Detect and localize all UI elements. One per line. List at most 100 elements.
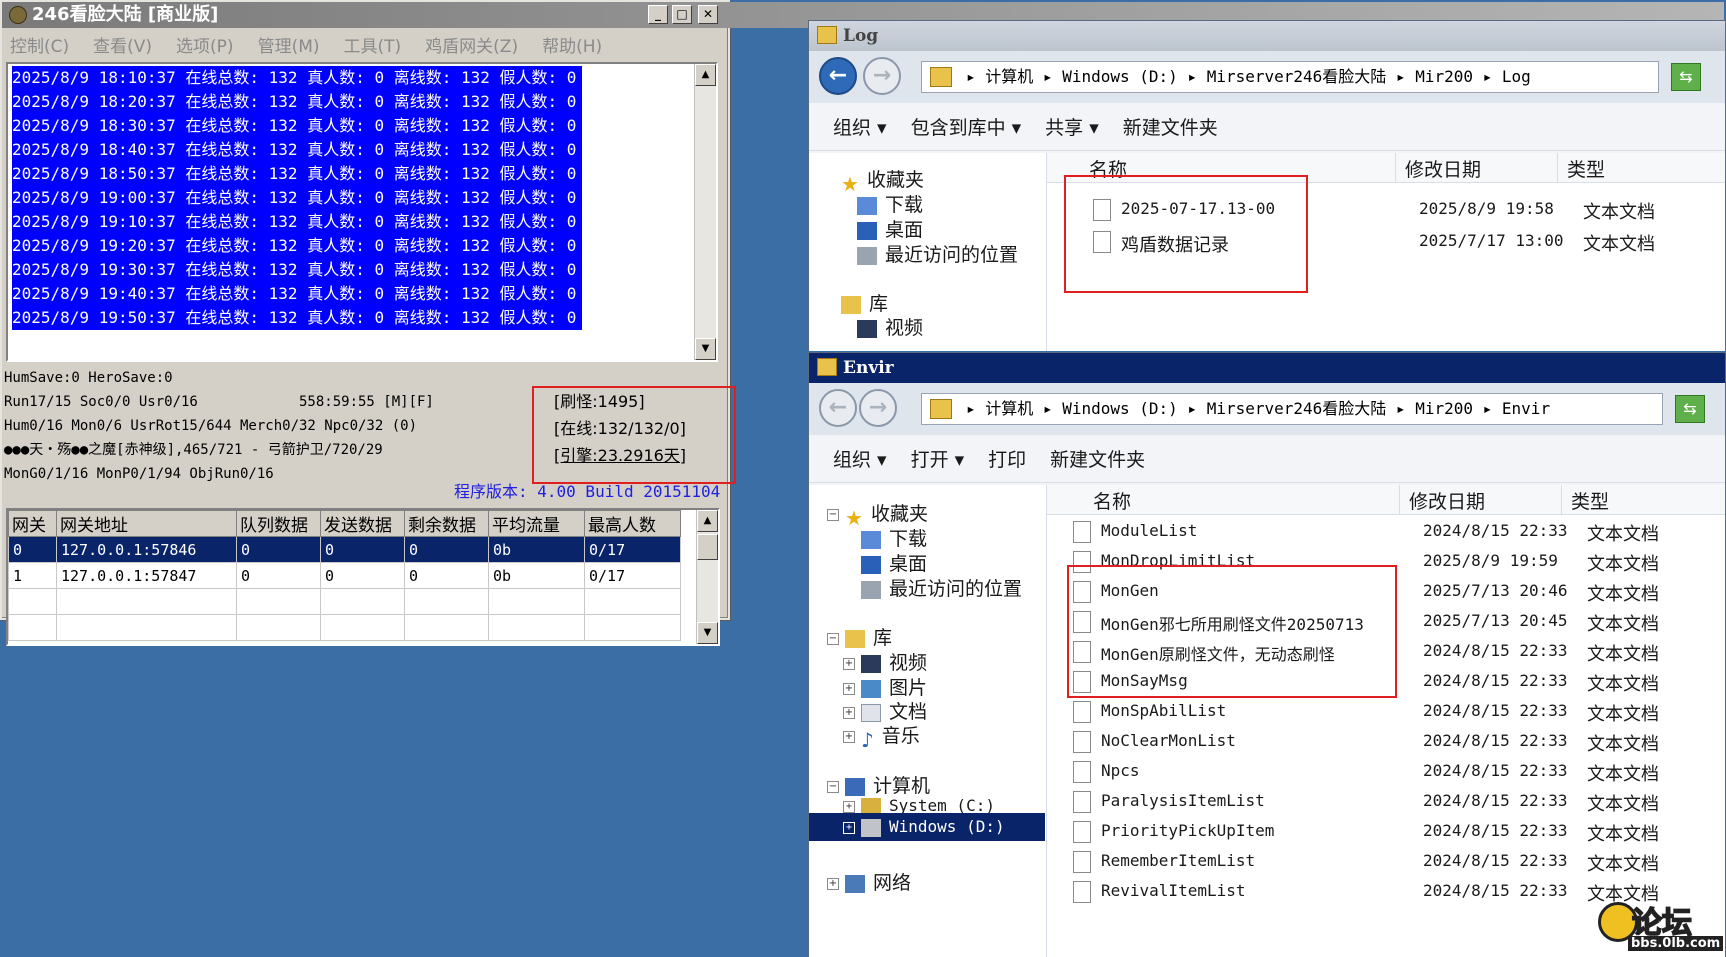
file-row[interactable]: NoClearMonList 2024/8/15 22:33 文本文档 — [1073, 727, 1713, 757]
file-row[interactable]: RememberItemList 2024/8/15 22:33 文本文档 — [1073, 847, 1713, 877]
expand-icon[interactable]: + — [843, 706, 855, 719]
col-queue[interactable]: 队列数据 — [236, 510, 321, 537]
forward-arrow-icon[interactable]: → — [859, 389, 897, 427]
include-library-button[interactable]: 包含到库中 ▾ — [911, 113, 1022, 140]
log-memo[interactable]: 2025/8/9 18:10:37 在线总数: 132 真人数: 0 离线数: … — [6, 62, 718, 362]
col-remaining[interactable]: 剩余数据 — [404, 510, 489, 537]
breadcrumb[interactable]: Log — [1502, 67, 1531, 86]
scroll-down-icon[interactable]: ▼ — [697, 622, 718, 644]
title-bar[interactable]: Log — [809, 21, 1725, 51]
col-type[interactable]: 类型 — [1567, 155, 1605, 182]
file-row[interactable]: ModuleList 2024/8/15 22:33 文本文档 — [1073, 517, 1713, 547]
col-modified[interactable]: 修改日期 — [1405, 155, 1481, 182]
expand-icon[interactable]: + — [843, 821, 855, 834]
share-button[interactable]: 共享 ▾ — [1045, 113, 1099, 140]
nav-drive-d[interactable]: + Windows (D:) — [809, 813, 1045, 841]
print-button[interactable]: 打印 — [988, 445, 1026, 472]
new-folder-button[interactable]: 新建文件夹 — [1123, 113, 1218, 140]
nav-recent[interactable]: 最近访问的位置 — [861, 574, 1022, 601]
open-button[interactable]: 打开 ▾ — [911, 445, 965, 472]
scroll-thumb[interactable] — [697, 534, 718, 560]
menu-options[interactable]: 选项(P) — [176, 32, 234, 57]
nav-desktop[interactable]: 桌面 — [861, 549, 927, 576]
col-address[interactable]: 网关地址 — [56, 510, 237, 537]
nav-desktop[interactable]: 桌面 — [857, 215, 923, 242]
text-file-icon — [1073, 821, 1091, 843]
nav-favorites[interactable]: ★ 收藏夹 — [841, 165, 924, 196]
nav-computer[interactable]: − 计算机 — [827, 771, 930, 798]
menu-tools[interactable]: 工具(T) — [344, 32, 402, 57]
table-row[interactable]: 0 127.0.0.1:57846 0 0 0 0b 0/17 — [8, 536, 681, 563]
nav-favorites[interactable]: − ★ 收藏夹 — [827, 499, 928, 530]
file-list[interactable]: 名称 修改日期 类型 ModuleList 2024/8/15 22:33 文本文档… — [1047, 485, 1725, 957]
col-gateway[interactable]: 网关 — [8, 510, 57, 537]
expand-icon[interactable]: + — [843, 800, 855, 813]
scroll-down-icon[interactable]: ▼ — [695, 338, 716, 360]
nav-libraries[interactable]: − 库 — [827, 623, 892, 650]
breadcrumb[interactable]: Envir — [1502, 399, 1550, 418]
breadcrumb[interactable]: Mirserver246看脸大陆 — [1207, 399, 1387, 418]
col-name[interactable]: 名称 — [1093, 487, 1131, 514]
collapse-icon[interactable]: − — [827, 508, 839, 521]
breadcrumb[interactable]: 计算机 — [985, 67, 1033, 86]
address-bar[interactable]: ▸ 计算机 ▸ Windows (D:) ▸ Mirserver246看脸大陆 … — [921, 393, 1663, 425]
file-row[interactable]: MonSpAbilList 2024/8/15 22:33 文本文档 — [1073, 697, 1713, 727]
forward-arrow-icon[interactable]: → — [863, 57, 901, 95]
scroll-up-icon[interactable]: ▲ — [697, 510, 718, 532]
nav-pictures[interactable]: + 图片 — [843, 673, 927, 700]
address-bar[interactable]: ▸ 计算机 ▸ Windows (D:) ▸ Mirserver246看脸大陆 … — [921, 61, 1659, 93]
expand-icon[interactable]: + — [827, 877, 839, 890]
breadcrumb[interactable]: Mirserver246看脸大陆 — [1207, 67, 1387, 86]
nav-downloads[interactable]: 下载 — [861, 524, 927, 551]
menu-gateway[interactable]: 鸡盾网关(Z) — [425, 32, 518, 57]
breadcrumb[interactable]: Mir200 — [1415, 399, 1473, 418]
minimize-button[interactable]: _ — [648, 5, 668, 24]
refresh-icon[interactable]: ⇆ — [1675, 395, 1705, 423]
expand-icon[interactable]: + — [843, 657, 855, 670]
nav-videos[interactable]: 视频 — [857, 313, 923, 340]
file-row[interactable]: Npcs 2024/8/15 22:33 文本文档 — [1073, 757, 1713, 787]
nav-recent[interactable]: 最近访问的位置 — [857, 240, 1018, 267]
col-max-users[interactable]: 最高人数 — [584, 510, 681, 537]
menu-control[interactable]: 控制(C) — [10, 32, 69, 57]
menu-help[interactable]: 帮助(H) — [542, 32, 602, 57]
col-type[interactable]: 类型 — [1571, 487, 1609, 514]
expand-icon[interactable]: + — [843, 730, 855, 743]
table-row[interactable]: 1 127.0.0.1:57847 0 0 0 0b 0/17 — [8, 562, 681, 589]
organize-button[interactable]: 组织 ▾ — [833, 445, 887, 472]
new-folder-button[interactable]: 新建文件夹 — [1050, 445, 1145, 472]
col-avg-traffic[interactable]: 平均流量 — [488, 510, 585, 537]
text-file-icon — [1073, 521, 1091, 543]
scroll-up-icon[interactable]: ▲ — [695, 64, 716, 86]
nav-network[interactable]: + 网络 — [827, 868, 911, 895]
breadcrumb[interactable]: Mir200 — [1415, 67, 1473, 86]
maximize-button[interactable]: □ — [672, 5, 692, 24]
menu-manage[interactable]: 管理(M) — [258, 32, 320, 57]
nav-videos[interactable]: + 视频 — [843, 648, 927, 675]
organize-button[interactable]: 组织 ▾ — [833, 113, 887, 140]
gateway-grid[interactable]: 网关 网关地址 队列数据 发送数据 剩余数据 平均流量 最高人数 0 127.0… — [6, 508, 720, 646]
col-modified[interactable]: 修改日期 — [1409, 487, 1485, 514]
title-bar[interactable]: Envir — [809, 353, 1725, 383]
file-row[interactable]: PriorityPickUpItem 2024/8/15 22:33 文本文档 — [1073, 817, 1713, 847]
nav-music[interactable]: + ♪ 音乐 — [843, 721, 920, 752]
collapse-icon[interactable]: − — [827, 632, 839, 645]
nav-downloads[interactable]: 下载 — [857, 190, 923, 217]
expand-icon[interactable]: + — [843, 682, 855, 695]
close-button[interactable]: ✕ — [698, 5, 718, 24]
back-arrow-icon[interactable]: ← — [819, 389, 857, 427]
nav-label: 最近访问的位置 — [885, 244, 1019, 266]
col-sent[interactable]: 发送数据 — [320, 510, 405, 537]
collapse-icon[interactable]: − — [827, 780, 839, 793]
file-row[interactable]: ParalysisItemList 2024/8/15 22:33 文本文档 — [1073, 787, 1713, 817]
grid-scrollbar[interactable]: ▲ ▼ — [696, 510, 718, 644]
nav-libraries[interactable]: 库 — [841, 289, 888, 316]
nav-documents[interactable]: + 文档 — [843, 697, 927, 724]
breadcrumb[interactable]: 计算机 — [985, 399, 1033, 418]
breadcrumb[interactable]: Windows (D:) — [1062, 399, 1178, 418]
breadcrumb[interactable]: Windows (D:) — [1062, 67, 1178, 86]
refresh-icon[interactable]: ⇆ — [1671, 63, 1701, 91]
log-scrollbar[interactable]: ▲ ▼ — [694, 64, 716, 360]
back-arrow-icon[interactable]: ← — [819, 57, 857, 95]
menu-view[interactable]: 查看(V) — [93, 32, 152, 57]
